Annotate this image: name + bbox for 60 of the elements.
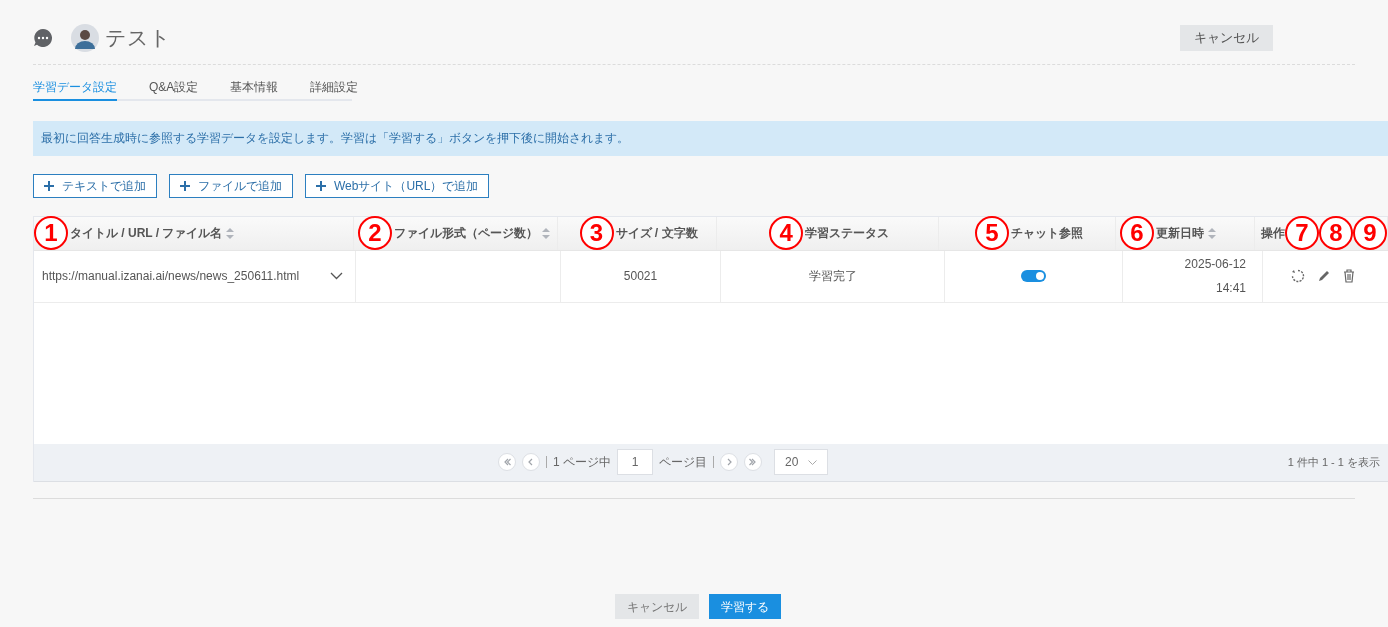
chevron-down-icon [808,459,817,465]
table-cell-text: 2025-06-12 [1184,256,1246,273]
next-page-button[interactable] [720,453,738,471]
tab[interactable]: 基本情報 [230,74,279,101]
per-page-select[interactable]: 20 [774,449,828,475]
add-button[interactable]: Webサイト（URL）で追加 [305,173,490,198]
last-page-button[interactable] [744,453,762,471]
previous-page-button[interactable] [522,453,540,471]
pencil-icon[interactable] [1317,269,1331,283]
chevron-down-icon[interactable] [330,272,343,280]
cancel-button[interactable]: キャンセル [615,594,699,619]
callout-number: 9 [1353,216,1387,250]
sort-icon[interactable] [1207,227,1216,239]
table-cell-text: 14:41 [1215,280,1246,297]
callout-number: 1 [34,216,68,250]
result-summary: 1 件中 1 - 1 を表示 [1287,454,1380,470]
add-button[interactable]: テキストで追加 [33,173,157,198]
sort-icon[interactable] [541,227,550,239]
cancel-button[interactable]: キャンセル [1180,24,1273,51]
add-button[interactable]: ファイルで追加 [169,173,293,198]
refresh-icon[interactable] [1291,269,1305,283]
learn-button[interactable]: 学習する [709,594,781,619]
callout-number: 4 [769,216,804,250]
column-header: サイズ / 文字数 [615,225,698,242]
toggle-switch[interactable] [1021,270,1046,282]
trash-icon[interactable] [1343,269,1355,283]
page-suffix: ページ目 [659,454,707,471]
chevron-icon [527,458,535,466]
page-count: 1 ページ中 [553,454,611,471]
table-cell-text: 学習完了 [808,268,857,285]
chevron-icon [749,458,757,466]
plus-icon [316,180,326,191]
column-header: タイトル / URL / ファイル名 [70,225,223,242]
sort-icon[interactable] [226,227,235,239]
column-header: 学習ステータス [805,225,890,242]
callout-number: 2 [357,216,392,250]
chevron-icon [503,458,511,466]
tab[interactable]: Q&A設定 [149,74,199,101]
first-page-button[interactable] [498,453,516,471]
tab[interactable]: 詳細設定 [310,74,359,101]
column-header: 更新日時 [1155,225,1204,242]
tab[interactable]: 学習データ設定 [33,74,117,101]
info-banner: 最初に回答生成時に参照する学習データを設定します。学習は「学習する」ボタンを押下後に開始されます。 [33,120,1388,156]
column-header: ファイル形式（ページ数） [393,225,538,242]
table-cell-text: 50021 [623,268,658,285]
table-cell-text: https://manual.izanai.ai/news/news_250611.html [42,268,300,285]
bot-title: テスト [105,25,171,51]
chevron-icon [725,458,733,466]
column-header: チャット参照 [1010,225,1083,242]
plus-icon [44,180,54,191]
column-header: 操作 [1261,225,1285,242]
avatar [71,23,99,52]
page-input[interactable]: 1 [617,449,653,475]
callout-number: 6 [1119,216,1154,250]
callout-number: 3 [579,216,614,250]
callout-number: 8 [1319,216,1353,250]
plus-icon [180,180,190,191]
callout-number: 5 [974,216,1009,250]
callout-number: 7 [1285,216,1319,250]
chat-bubble-icon [33,27,53,48]
